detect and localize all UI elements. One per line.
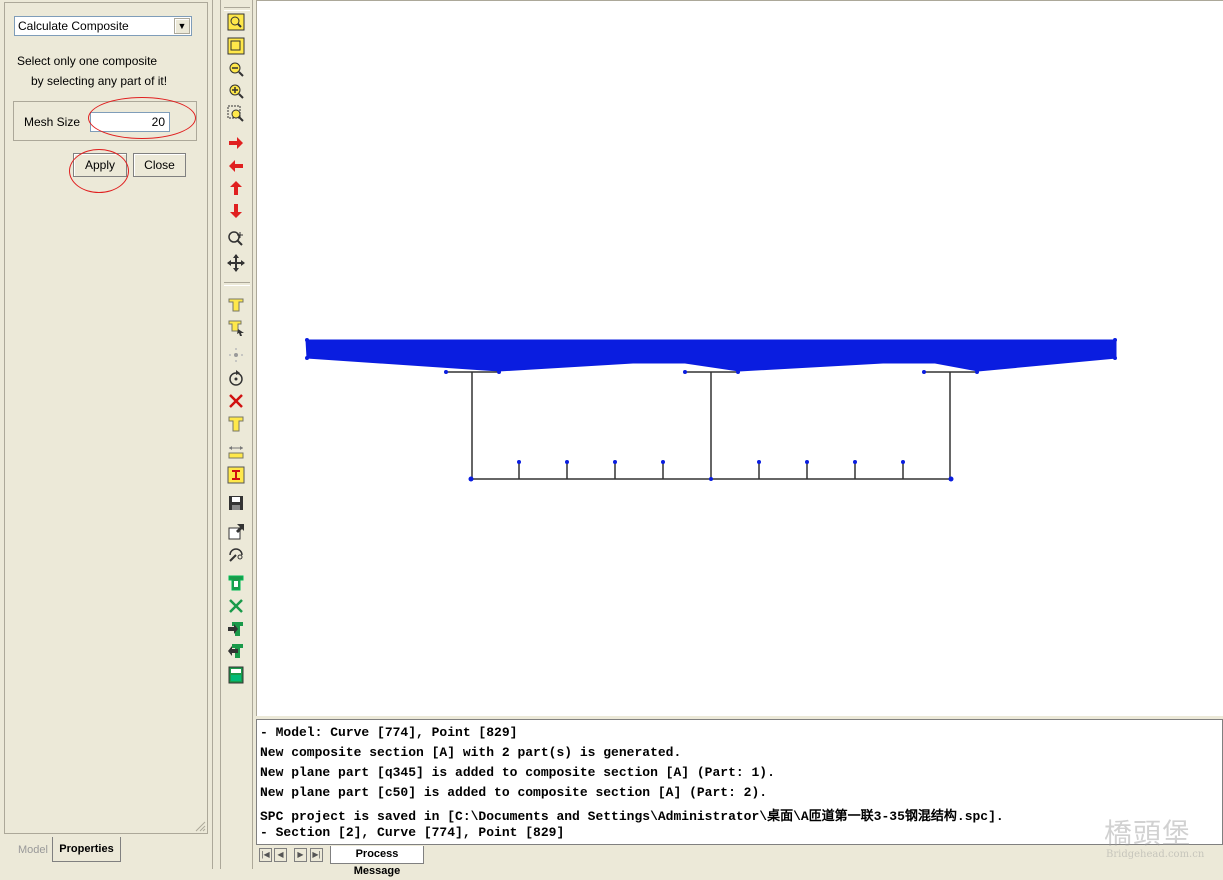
- message-line: - Section [2], Curve [774], Point [829]: [260, 825, 565, 840]
- bridge-cross-section: [305, 338, 1117, 482]
- command-select-value: Calculate Composite: [18, 19, 129, 33]
- tab-model[interactable]: Model: [12, 840, 54, 860]
- pan-left-icon[interactable]: [226, 156, 246, 176]
- tab-process-message[interactable]: Process Message: [330, 846, 424, 877]
- drawing-canvas[interactable]: [256, 0, 1223, 716]
- zoom-region-icon[interactable]: [226, 104, 246, 124]
- toolbar-separator: [224, 7, 250, 11]
- message-line: New plane part [q345] is added to compos…: [260, 765, 775, 780]
- rotate-icon[interactable]: [226, 368, 246, 388]
- zoom-window-icon[interactable]: [226, 36, 246, 56]
- concrete-deck: [305, 339, 1117, 372]
- delete-icon[interactable]: [226, 391, 246, 411]
- section-icon[interactable]: [226, 295, 246, 315]
- dimension-icon[interactable]: [226, 442, 246, 462]
- prev-tab-icon[interactable]: ◀: [274, 848, 287, 862]
- pan-right-icon[interactable]: [226, 133, 246, 153]
- pan-down-icon[interactable]: [226, 201, 246, 221]
- dynamic-zoom-icon[interactable]: [226, 229, 246, 249]
- section-select-icon[interactable]: [226, 318, 246, 338]
- delete-composite-icon[interactable]: [226, 596, 246, 616]
- ibeam-icon[interactable]: [226, 465, 246, 485]
- last-tab-icon[interactable]: ▶|: [310, 848, 323, 862]
- message-log[interactable]: - Model: Curve [774], Point [829] New co…: [256, 719, 1223, 845]
- highlight-ring-apply: [69, 149, 129, 193]
- view-toolbar: [220, 0, 253, 869]
- highlight-ring-mesh: [88, 97, 196, 139]
- import-part-icon[interactable]: [226, 641, 246, 661]
- message-line: New composite section [A] with 2 part(s)…: [260, 745, 682, 760]
- mesh-size-label: Mesh Size: [24, 115, 81, 129]
- tab-properties[interactable]: Properties: [52, 837, 121, 862]
- move-icon[interactable]: [226, 253, 246, 273]
- export-icon[interactable]: [226, 522, 246, 542]
- next-tab-icon[interactable]: ▶: [294, 848, 307, 862]
- toolbar-separator: [224, 282, 250, 286]
- zoom-in-icon[interactable]: [226, 81, 246, 101]
- steel-box-girder: [446, 371, 977, 480]
- save-icon[interactable]: [226, 493, 246, 513]
- add-part-icon[interactable]: [226, 619, 246, 639]
- message-line: New plane part [c50] is added to composi…: [260, 785, 768, 800]
- watermark-logo: 橋頭堡 Bridgehead.com.cn: [1104, 817, 1205, 860]
- message-line: SPC project is saved in [C:\Documents an…: [260, 809, 1004, 824]
- part-icon[interactable]: [226, 414, 246, 434]
- command-select[interactable]: Calculate Composite ▼: [14, 16, 192, 36]
- calculator-icon[interactable]: [226, 665, 246, 685]
- message-line: - Model: Curve [774], Point [829]: [260, 725, 518, 740]
- hint-line-2: by selecting any part of it!: [31, 74, 168, 88]
- hint-line-1: Select only one composite: [17, 54, 158, 68]
- first-tab-icon[interactable]: |◀: [259, 848, 272, 862]
- point-icon[interactable]: [226, 345, 246, 365]
- resize-grip-icon[interactable]: [194, 820, 206, 832]
- zoom-out-icon[interactable]: [226, 59, 246, 79]
- edit-icon[interactable]: [226, 545, 246, 565]
- zoom-fit-icon[interactable]: [226, 12, 246, 32]
- chevron-down-icon[interactable]: ▼: [174, 18, 190, 34]
- pan-up-icon[interactable]: [226, 178, 246, 198]
- close-button[interactable]: Close: [133, 153, 186, 177]
- composite-icon[interactable]: [226, 573, 246, 593]
